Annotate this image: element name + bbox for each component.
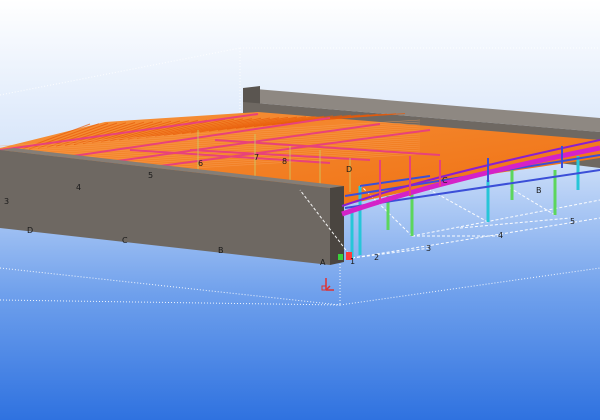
model-canvas[interactable]: 3 4 5 D C B A 6 7 8 D C 1 2 3 4 5 B	[0, 0, 600, 420]
grid-label: 4	[498, 231, 503, 240]
grid-label: A	[320, 258, 326, 267]
grid-label: 6	[198, 159, 203, 168]
grid-label: 8	[282, 157, 287, 166]
grid-label: B	[536, 186, 542, 195]
grid-label: 2	[374, 253, 379, 262]
grid-label: 5	[148, 171, 153, 180]
grid-label: 7	[254, 153, 259, 162]
grid-label: C	[442, 176, 448, 185]
grid-label: 4	[76, 183, 81, 192]
grid-label: 3	[426, 244, 431, 253]
grid-label: 5	[570, 217, 575, 226]
grid-label: C	[122, 236, 128, 245]
grid-label: 3	[4, 197, 9, 206]
grid-label: B	[218, 246, 224, 255]
grid-label: 1	[350, 257, 355, 266]
model-3d-viewport[interactable]: 3 4 5 D C B A 6 7 8 D C 1 2 3 4 5 B	[0, 0, 600, 420]
grid-label: D	[27, 226, 33, 235]
grid-label: D	[346, 165, 352, 174]
